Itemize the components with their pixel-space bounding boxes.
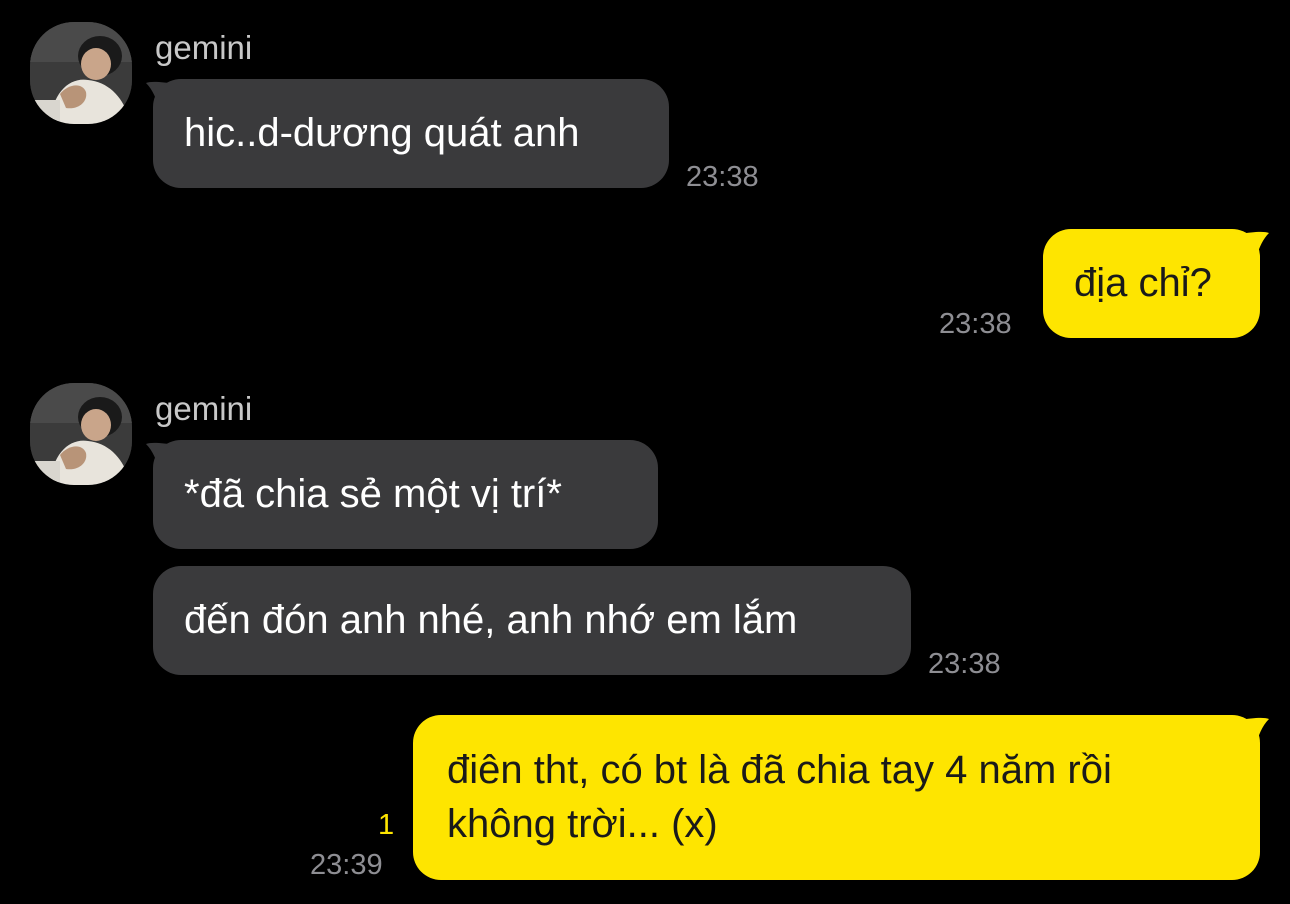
message-bubble[interactable]: hic..d-dương quát anh bbox=[153, 79, 669, 188]
unread-count: 1 bbox=[378, 809, 395, 841]
profile-photo-icon bbox=[30, 383, 132, 485]
message-timestamp: 23:38 bbox=[686, 161, 759, 193]
message-timestamp: 23:38 bbox=[939, 308, 1012, 340]
sender-name: gemini bbox=[155, 390, 253, 427]
message-timestamp: 23:39 bbox=[310, 849, 383, 881]
message-bubble[interactable]: địa chỉ? bbox=[1043, 229, 1260, 338]
message-timestamp: 23:38 bbox=[928, 648, 1001, 680]
sender-avatar[interactable] bbox=[30, 22, 132, 124]
message-bubble[interactable]: đến đón anh nhé, anh nhớ em lắm bbox=[153, 566, 911, 675]
message-bubble[interactable]: điên tht, có bt là đã chia tay 4 năm rồi… bbox=[413, 715, 1260, 880]
sender-avatar[interactable] bbox=[30, 383, 132, 485]
profile-photo-icon bbox=[30, 22, 132, 124]
message-bubble[interactable]: *đã chia sẻ một vị trí* bbox=[153, 440, 658, 549]
sender-name: gemini bbox=[155, 29, 253, 66]
chat-screen: gemini hic..d-dương quát anh 23:38 địa c… bbox=[0, 0, 1290, 904]
